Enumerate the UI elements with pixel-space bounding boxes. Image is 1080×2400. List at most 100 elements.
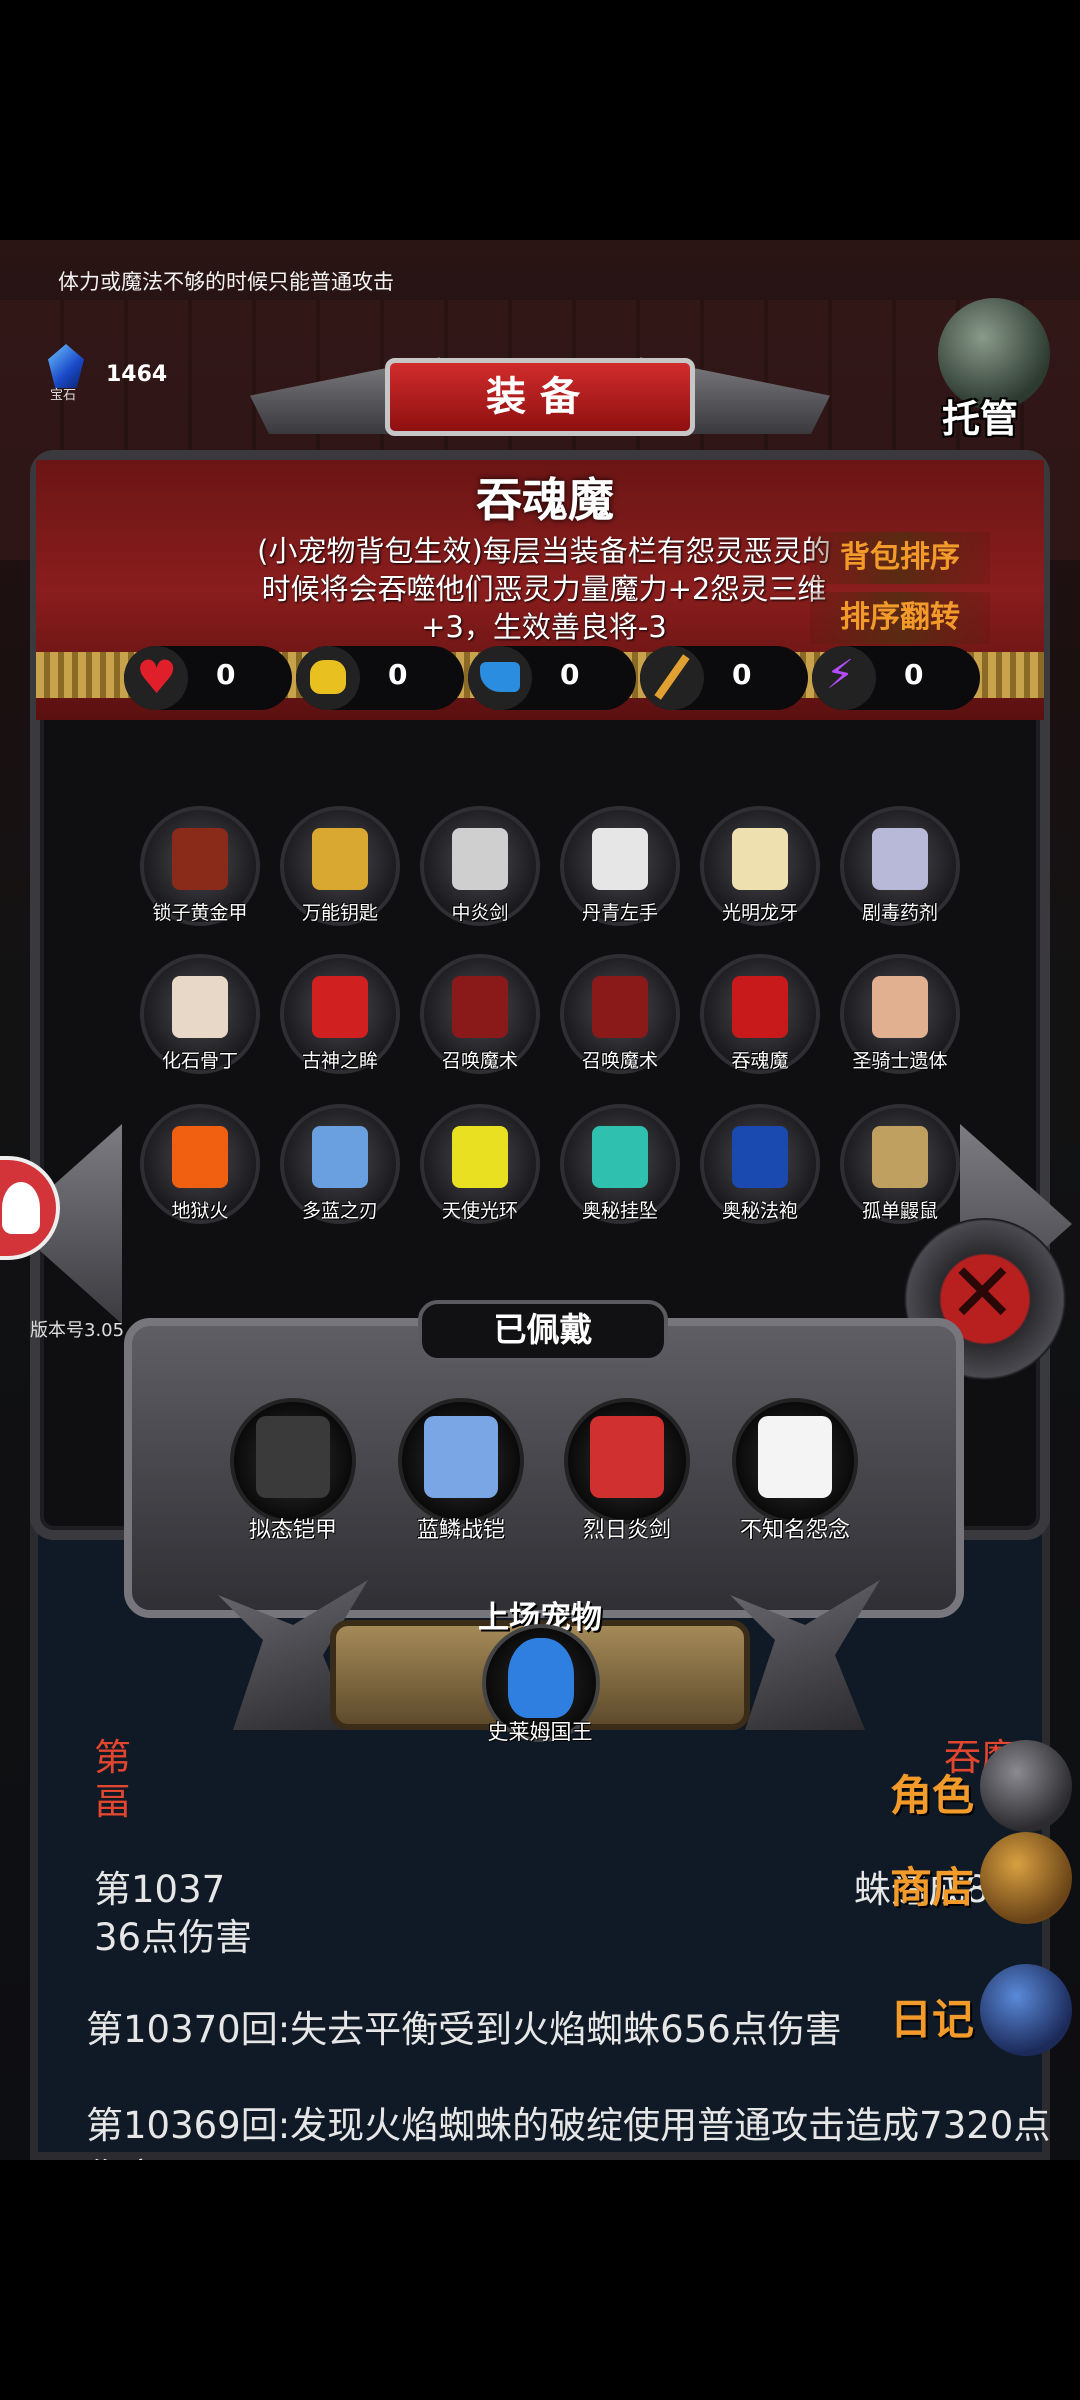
gem-counter: 宝石 bbox=[40, 344, 92, 403]
equipped-slot[interactable]: 不知名怨念 bbox=[730, 1398, 860, 1548]
active-pet-name: 史莱姆国王 bbox=[487, 1720, 593, 1744]
equipped-item-label: 蓝鳞战铠 bbox=[416, 1518, 505, 1543]
hint-text: 体力或魔法不够的时候只能普通攻击 bbox=[58, 270, 394, 294]
stat-value: 0 bbox=[904, 658, 924, 691]
equipped-item-icon bbox=[256, 1416, 330, 1498]
inventory-slot[interactable]: 锁子黄金甲 bbox=[138, 806, 262, 936]
stat-attack: 0 bbox=[640, 646, 808, 710]
stat-health: 0 bbox=[124, 646, 292, 710]
inventory-item-label: 剧毒药剂 bbox=[861, 902, 938, 924]
item-sprite-icon bbox=[312, 1126, 368, 1188]
shop-label: 商店 bbox=[890, 1863, 975, 1912]
reverse-sort-button[interactable]: 排序翻转 bbox=[810, 592, 990, 644]
stat-value: 0 bbox=[216, 658, 236, 691]
equipped-slot[interactable]: 蓝鳞战铠 bbox=[396, 1398, 526, 1548]
knight-helmet-icon bbox=[980, 1740, 1072, 1832]
equipped-slot[interactable]: 烈日炎剑 bbox=[562, 1398, 692, 1548]
inventory-slot[interactable]: 多蓝之刃 bbox=[278, 1104, 402, 1234]
selected-item-description: (小宠物背包生效)每层当装备栏有怨灵恶灵的时候将会吞噬他们恶灵力量魔力+2怨灵三… bbox=[257, 534, 831, 644]
character-label: 角色 bbox=[890, 1771, 975, 1820]
game-screen: 体力或魔法不够的时候只能普通攻击 宝石 1464 托管 第 畐 吞魔 第1037… bbox=[0, 240, 1080, 2160]
auto-button-label: 托管 bbox=[942, 397, 1019, 441]
inventory-item-label: 化石骨丁 bbox=[161, 1050, 238, 1072]
equipped-item-label: 烈日炎剑 bbox=[582, 1518, 671, 1543]
boot-icon bbox=[468, 646, 532, 710]
beer-mug-icon bbox=[980, 1832, 1072, 1924]
item-sprite-icon bbox=[172, 828, 228, 890]
item-sprite-icon bbox=[172, 1126, 228, 1188]
inventory-slot[interactable]: 丹青左手 bbox=[558, 806, 682, 936]
stat-value: 0 bbox=[560, 658, 580, 691]
inventory-item-label: 天使光环 bbox=[441, 1200, 518, 1222]
inventory-item-label: 孤单鼹鼠 bbox=[861, 1200, 938, 1222]
lightning-icon bbox=[812, 646, 876, 710]
item-sprite-icon bbox=[592, 828, 648, 890]
item-sprite-icon bbox=[312, 976, 368, 1038]
inventory-item-label: 召唤魔术 bbox=[581, 1050, 658, 1072]
stat-agility: 0 bbox=[468, 646, 636, 710]
inventory-item-label: 锁子黄金甲 bbox=[152, 902, 248, 924]
item-sprite-icon bbox=[312, 828, 368, 890]
item-sprite-icon bbox=[452, 1126, 508, 1188]
item-sprite-icon bbox=[872, 828, 928, 890]
inventory-slot[interactable]: 奥秘挂坠 bbox=[558, 1104, 682, 1234]
item-sprite-icon bbox=[592, 976, 648, 1038]
inventory-slot[interactable]: 召唤魔术 bbox=[418, 954, 542, 1084]
strength-icon bbox=[296, 646, 360, 710]
book-icon bbox=[980, 1964, 1072, 2056]
item-sprite-icon bbox=[872, 1126, 928, 1188]
stats-bar: 0 0 0 0 0 bbox=[124, 646, 984, 716]
equipped-slot[interactable]: 拟态铠甲 bbox=[228, 1398, 358, 1548]
item-sprite-icon bbox=[732, 976, 788, 1038]
item-sprite-icon bbox=[172, 976, 228, 1038]
equipped-title: 已佩戴 bbox=[418, 1300, 668, 1362]
stat-value: 0 bbox=[388, 658, 408, 691]
slime-king-sprite bbox=[508, 1638, 574, 1718]
equipped-item-icon bbox=[424, 1416, 498, 1498]
gem-icon bbox=[48, 344, 84, 388]
inventory-item-label: 多蓝之刃 bbox=[301, 1200, 378, 1222]
inventory-slot[interactable]: 召唤魔术 bbox=[558, 954, 682, 1084]
inventory-slot[interactable]: 剧毒药剂 bbox=[838, 806, 962, 936]
inventory-item-label: 圣骑士遗体 bbox=[852, 1050, 948, 1072]
inventory-slot[interactable]: 圣骑士遗体 bbox=[838, 954, 962, 1084]
inventory-item-label: 奥秘法袍 bbox=[721, 1200, 798, 1222]
inventory-slot[interactable]: 奥秘法袍 bbox=[698, 1104, 822, 1234]
inventory-slot[interactable]: 万能钥匙 bbox=[278, 806, 402, 936]
inventory-slot[interactable]: 天使光环 bbox=[418, 1104, 542, 1234]
inventory-item-label: 中炎剑 bbox=[451, 902, 509, 924]
inventory-slot[interactable]: 吞魂魔 bbox=[698, 954, 822, 1084]
log-line: 第10369回:发现火焰蜘蛛的破绽使用普通攻击造成7320点伤害 bbox=[86, 2104, 1051, 2160]
inventory-slot[interactable]: 中炎剑 bbox=[418, 806, 542, 936]
inventory-slot[interactable]: 光明龙牙 bbox=[698, 806, 822, 936]
item-sprite-icon bbox=[872, 976, 928, 1038]
version-label: 版本号3.05 bbox=[30, 1320, 125, 1341]
stat-magic: 0 bbox=[812, 646, 980, 710]
character-button[interactable]: 角色 bbox=[884, 1740, 1072, 1836]
equipped-item-icon bbox=[758, 1416, 832, 1498]
inventory-slot[interactable]: 古神之眸 bbox=[278, 954, 402, 1084]
inventory-item-label: 地狱火 bbox=[171, 1200, 229, 1222]
diary-button[interactable]: 日记 bbox=[884, 1964, 1072, 2060]
panel-title: 装备 bbox=[486, 374, 594, 420]
equipped-item-label: 不知名怨念 bbox=[739, 1518, 850, 1543]
stat-value: 0 bbox=[732, 658, 752, 691]
sword-icon bbox=[640, 646, 704, 710]
selected-item-name: 吞魂魔 bbox=[476, 473, 614, 527]
panel-title-plaque: 装备 bbox=[385, 358, 695, 436]
item-sprite-icon bbox=[732, 828, 788, 890]
inventory-slot[interactable]: 孤单鼹鼠 bbox=[838, 1104, 962, 1234]
heart-icon bbox=[124, 646, 188, 710]
equipped-item-label: 拟态铠甲 bbox=[248, 1518, 337, 1543]
sort-inventory-button[interactable]: 背包排序 bbox=[810, 532, 990, 584]
diary-label: 日记 bbox=[890, 1995, 975, 2044]
auto-button[interactable]: 托管 bbox=[938, 298, 1050, 441]
inventory-slot[interactable]: 化石骨丁 bbox=[138, 954, 262, 1084]
inventory-item-label: 召唤魔术 bbox=[441, 1050, 518, 1072]
inventory-item-label: 古神之眸 bbox=[301, 1050, 378, 1072]
item-sprite-icon bbox=[452, 976, 508, 1038]
inventory-slot[interactable]: 地狱火 bbox=[138, 1104, 262, 1234]
inventory-item-label: 奥秘挂坠 bbox=[581, 1200, 658, 1222]
shop-button[interactable]: 商店 bbox=[884, 1832, 1072, 1928]
close-icon: ✕ bbox=[948, 1246, 1017, 1341]
